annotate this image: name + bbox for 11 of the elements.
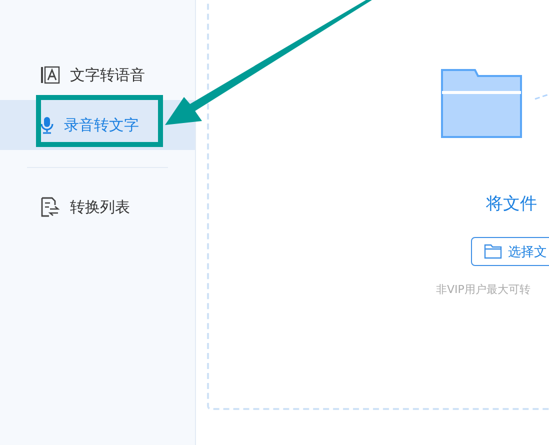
text-box-icon bbox=[40, 66, 60, 84]
sidebar-item[interactable]: 转换列表 bbox=[0, 182, 138, 232]
sidebar-item[interactable]: 文字转语音 bbox=[0, 50, 153, 100]
size-note: 非VIP用户最大可转 bbox=[436, 282, 530, 297]
choose-file-button[interactable]: 选择文 bbox=[471, 237, 549, 266]
folder-icon bbox=[484, 244, 502, 259]
document-swap-icon bbox=[40, 197, 60, 217]
microphone-icon bbox=[40, 116, 54, 134]
folder-icon bbox=[441, 69, 522, 138]
drop-title: 将文件 bbox=[486, 193, 537, 215]
dashed-line bbox=[534, 92, 549, 100]
